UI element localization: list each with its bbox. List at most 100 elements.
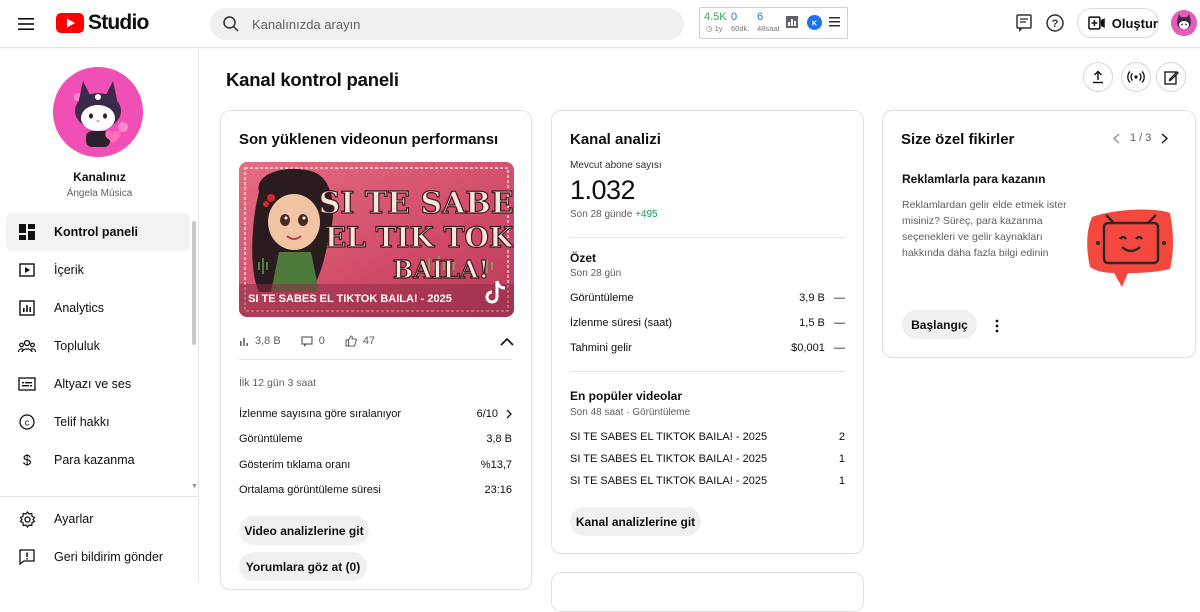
video-analytics-button[interactable]: Video analizlerine git [239, 516, 369, 545]
sidebar-item-content[interactable]: İçerik [6, 251, 190, 289]
ext-mid: 0 [731, 11, 738, 23]
chevron-up-icon[interactable] [500, 337, 514, 346]
metric-value: 6/10 [476, 408, 498, 420]
more-options-icon[interactable] [992, 318, 1002, 334]
video-stats: 3,8 B 0 47 [239, 331, 514, 351]
video-views: 1 [838, 475, 845, 487]
create-post-button[interactable] [1156, 62, 1186, 92]
thumbs-up-icon [345, 335, 357, 347]
kuromi-avatar-icon [53, 67, 143, 157]
sidebar-scrollbar[interactable] [192, 221, 196, 345]
menu-icon[interactable] [16, 14, 36, 34]
upload-button[interactable] [1083, 62, 1113, 92]
search-bar[interactable] [210, 8, 684, 40]
bar-chart-icon[interactable] [786, 16, 798, 28]
metric-label: Tahmini gelir [570, 342, 632, 354]
create-button[interactable]: Oluştur [1077, 8, 1159, 38]
top-bar: Studio 4.5K ◷ 1y 0 60dk. 6 48saat K [0, 0, 1200, 48]
summary-row: Tahmini gelir $0,001 — [570, 342, 845, 354]
ext-views: 4.5K [704, 11, 727, 23]
subtitles-icon [18, 375, 36, 393]
sidebar-item-copyright[interactable]: c Telif hakkı [6, 403, 190, 441]
chevron-right-icon [506, 409, 512, 419]
logo-text: Studio [88, 11, 149, 34]
rank-row[interactable]: İzlenme sayısına göre sıralanıyor 6/10 [239, 408, 512, 420]
search-input[interactable] [252, 16, 652, 32]
sidebar-item-subtitles[interactable]: Altyazı ve ses [6, 365, 190, 403]
sidebar-item-label: Topluluk [54, 339, 100, 353]
help-icon[interactable]: ? [1044, 12, 1066, 34]
thumbnail-art-text: EL TIK TOK [325, 221, 514, 254]
metric-label: Görüntüleme [239, 433, 303, 445]
video-title: SI TE SABES EL TIKTOK BAILA! - 2025 [570, 475, 768, 487]
monetization-tv-illustration-icon [1087, 209, 1173, 287]
sidebar-item-label: Kontrol paneli [54, 225, 139, 239]
comments-stat: 0 [301, 335, 325, 347]
metric-label: Görüntüleme [570, 292, 634, 304]
sidebar: Kanalınız Ángela Música Kontrol paneli İ… [0, 49, 199, 582]
channel-analytics-card: Kanal analizi Mevcut abone sayısı 1.032 … [551, 110, 864, 554]
bar-chart-icon [240, 338, 248, 346]
divider [570, 237, 845, 238]
sidebar-item-community[interactable]: Topluluk [6, 327, 190, 365]
video-thumbnail-art: SI TE SABES EL TIK TOK BAILA! SI TE SABE… [239, 162, 514, 317]
top-video-row[interactable]: SI TE SABES EL TIKTOK BAILA! - 2025 1 [570, 475, 845, 487]
svg-text:c: c [25, 418, 30, 428]
metric-label: İzlenme süresi (saat) [570, 317, 673, 329]
captions-icon[interactable] [1013, 12, 1035, 34]
sidebar-bottom-nav: Ayarlar Geri bildirim gönder [6, 500, 190, 576]
top-video-row[interactable]: SI TE SABES EL TIKTOK BAILA! - 2025 2 [570, 431, 845, 443]
studio-logo[interactable]: Studio [56, 11, 149, 35]
sidebar-item-analytics[interactable]: Analytics [6, 289, 190, 327]
pager-label: 1 / 3 [1130, 132, 1152, 144]
extension-widget[interactable]: 4.5K ◷ 1y 0 60dk. 6 48saat K [699, 7, 848, 39]
thumbnail-art-text: BAILA! [393, 255, 489, 284]
next-card [551, 572, 864, 612]
ideas-pager: 1 / 3 [1113, 132, 1169, 144]
summary-row: Görüntüleme 3,9 B — [570, 292, 845, 304]
video-title: SI TE SABES EL TIKTOK BAILA! - 2025 [570, 453, 768, 465]
sidebar-item-monetization[interactable]: $ Para kazanma [6, 441, 190, 479]
chevron-left-icon[interactable] [1113, 132, 1120, 144]
card-title: Kanal analizi [570, 131, 661, 148]
top-video-row[interactable]: SI TE SABES EL TIKTOK BAILA! - 2025 1 [570, 453, 845, 465]
divider [0, 496, 199, 497]
extension-logo-icon[interactable]: K [807, 15, 822, 30]
kuromi-avatar-icon [1171, 10, 1197, 36]
idea-title: Reklamlarla para kazanın [902, 172, 1046, 186]
metric-label: İzlenme sayısına göre sıralanıyor [239, 408, 402, 420]
start-button[interactable]: Başlangıç [902, 310, 977, 339]
metric-row: Görüntüleme 3,8 B [239, 433, 512, 445]
add-video-icon [1088, 16, 1105, 30]
top-videos-title: En popüler videolar [570, 389, 683, 403]
sidebar-item-feedback[interactable]: Geri bildirim gönder [6, 538, 190, 576]
video-views: 1 [838, 453, 845, 465]
views-stat: 3,8 B [239, 335, 281, 347]
sidebar-item-label: Ayarlar [54, 512, 94, 526]
thumbnail-art-text: SI TE SABES [319, 186, 514, 221]
sidebar-item-dashboard[interactable]: Kontrol paneli [6, 213, 190, 251]
video-thumbnail[interactable]: SI TE SABES EL TIK TOK BAILA! SI TE SABE… [239, 162, 514, 317]
page-title: Kanal kontrol paneli [226, 69, 399, 90]
create-label: Oluştur [1111, 15, 1158, 31]
chevron-right-icon[interactable] [1161, 132, 1169, 144]
channel-analytics-button[interactable]: Kanal analizlerine git [570, 507, 701, 536]
copyright-icon: c [18, 413, 36, 431]
scroll-down-icon[interactable]: ▼ [191, 483, 198, 490]
channel-name: Kanalınız [73, 170, 126, 184]
thumbnail-title: SI TE SABES EL TIKTOK BAILA! - 2025 [248, 293, 452, 305]
go-live-button[interactable] [1121, 62, 1151, 92]
upload-icon [1093, 70, 1103, 84]
metric-value: %13,7 [480, 459, 512, 471]
channel-avatar[interactable] [53, 67, 143, 157]
card-title: Son yüklenen videonun performansı [239, 131, 499, 148]
dollar-icon: $ [18, 451, 36, 469]
sidebar-nav: Kontrol paneli İçerik Analytics Topluluk… [6, 213, 190, 479]
metric-value: 23:16 [484, 484, 512, 496]
view-comments-button[interactable]: Yorumlara göz at (0) [239, 552, 367, 581]
account-avatar[interactable] [1171, 10, 1197, 36]
summary-title: Özet [570, 251, 597, 265]
sidebar-item-settings[interactable]: Ayarlar [6, 500, 190, 538]
sidebar-item-label: Altyazı ve ses [54, 377, 132, 391]
list-icon[interactable] [829, 17, 840, 27]
